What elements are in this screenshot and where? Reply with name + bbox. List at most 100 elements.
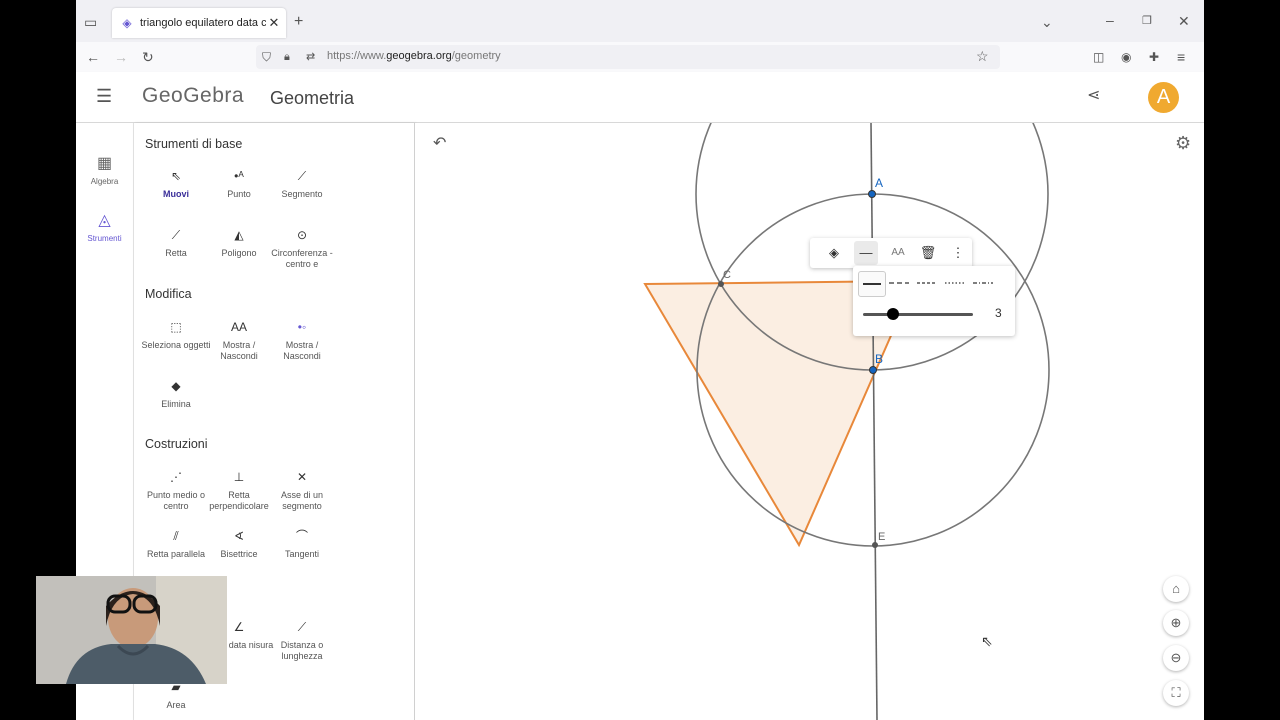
line-style-dashed-long[interactable] xyxy=(886,271,912,295)
share-icon[interactable]: ⋖ xyxy=(1087,88,1100,104)
section-basic-tools: Strumenti di base xyxy=(145,137,243,151)
url-text[interactable]: https://www.geogebra.org/geometry xyxy=(327,50,501,62)
shield-icon[interactable]: ⛉ xyxy=(262,49,271,65)
line-style-solid[interactable] xyxy=(858,271,886,297)
tools-icon: ◬ xyxy=(98,212,111,229)
eraser-icon: ◆ xyxy=(171,379,181,393)
tool-move[interactable]: ⇖ Muovi xyxy=(141,167,211,200)
thickness-slider-track[interactable] xyxy=(863,313,973,316)
point-a[interactable] xyxy=(868,190,876,198)
navigation-bar: ← → ↻ ⛉ 🔒︎ ⇄ https://www.geogebra.org/ge… xyxy=(76,42,1204,73)
line-style-dotted[interactable] xyxy=(942,271,968,295)
forward-icon[interactable]: → xyxy=(114,49,128,65)
screen: ▭ ◈ triangolo equilatero data circ c ✕ +… xyxy=(76,0,1204,720)
hamburger-menu-icon[interactable]: ☰ xyxy=(96,87,112,105)
rail-item-algebra[interactable]: ▦ Algebra xyxy=(76,153,133,186)
tool-show-hide-object[interactable]: •◦ Mostra / Nascondi xyxy=(267,318,337,362)
permissions-icon[interactable]: ⇄ xyxy=(306,49,315,65)
tab-list-icon[interactable]: ▭ xyxy=(84,14,97,30)
tool-perpendicular-line[interactable]: ⊥ Retta perpendicolare xyxy=(204,468,274,512)
tool-distance-length[interactable]: ⟋ Distanza o lunghezza xyxy=(267,618,337,662)
tool-polygon[interactable]: ◭ Poligono xyxy=(204,226,274,259)
geogebra-favicon-icon: ◈ xyxy=(122,16,132,30)
fill-color-icon[interactable]: ◈ xyxy=(822,241,846,265)
more-options-icon[interactable]: ⋮ xyxy=(946,241,970,265)
show-object-icon: •◦ xyxy=(297,320,307,334)
back-icon[interactable]: ← xyxy=(86,49,100,65)
section-edit: Modifica xyxy=(145,287,192,301)
tool-point[interactable]: •ᴬ Punto xyxy=(204,167,274,200)
point-icon: •ᴬ xyxy=(234,169,244,183)
new-tab-icon[interactable]: + xyxy=(294,14,303,30)
tool-midpoint[interactable]: ⋰ Punto medio o centro xyxy=(141,468,211,512)
tool-line[interactable]: ⟋ Retta xyxy=(141,226,211,259)
mouse-cursor-icon: ⇖ xyxy=(981,633,993,649)
lock-icon[interactable]: 🔒︎ xyxy=(284,49,290,65)
settings-gear-icon[interactable]: ⚙ xyxy=(1175,134,1191,152)
circle-icon: ⊙ xyxy=(296,228,308,242)
browser-tab[interactable]: ◈ triangolo equilatero data circ c ✕ xyxy=(112,8,286,38)
tangent-icon: ⌒ xyxy=(295,529,308,543)
tool-show-hide-label[interactable]: AA Mostra / Nascondi xyxy=(204,318,274,362)
perpendicular-icon: ⊥ xyxy=(233,470,245,484)
point-b[interactable] xyxy=(869,366,877,374)
restore-icon[interactable]: ❐ xyxy=(1142,13,1152,29)
distance-icon: ⟋ xyxy=(297,620,307,634)
account-icon[interactable]: ◉ xyxy=(1121,49,1131,65)
point-c[interactable] xyxy=(718,281,724,287)
graphics-view[interactable]: A B C E ↶ ⚙ ◈ — AA 🗑︎ ⋮ 3 ⌂ ⊕ ⊖ ⛶ ⇖ xyxy=(415,123,1204,720)
calculator-icon: ▦ xyxy=(96,155,113,172)
user-avatar[interactable]: A xyxy=(1148,82,1179,113)
fullscreen-icon[interactable]: ⛶ xyxy=(1163,680,1189,706)
line-style-dashed-short[interactable] xyxy=(914,271,940,295)
tool-angle-bisector[interactable]: ∢ Bisettrice xyxy=(204,527,274,560)
label-e: E xyxy=(878,531,885,543)
polygon-icon: ◭ xyxy=(234,228,244,242)
construction-canvas[interactable]: A B C E xyxy=(415,123,1204,720)
tool-select-objects[interactable]: ⬚ Seleziona oggetti xyxy=(141,318,211,351)
app-menu-icon[interactable]: ≡ xyxy=(1177,49,1185,65)
undo-icon[interactable]: ↶ xyxy=(433,136,446,152)
line-style-icon[interactable]: — xyxy=(854,241,878,265)
line-style-dash-dot[interactable] xyxy=(970,271,996,295)
tool-perpendicular-bisector[interactable]: ✕ Asse di un segmento xyxy=(267,468,337,512)
zoom-out-icon[interactable]: ⊖ xyxy=(1163,645,1189,671)
label-style-icon[interactable]: AA xyxy=(886,241,910,265)
close-window-icon[interactable]: ✕ xyxy=(1178,13,1190,29)
select-icon: ⬚ xyxy=(170,320,182,334)
bookmark-star-icon[interactable]: ☆ xyxy=(976,48,989,64)
tool-segment[interactable]: ⟋ Segmento xyxy=(267,167,337,200)
zoom-in-icon[interactable]: ⊕ xyxy=(1163,610,1189,636)
thickness-slider-handle[interactable] xyxy=(887,308,899,320)
parallel-icon: ⫽ xyxy=(173,529,179,543)
angle-bisector-icon: ∢ xyxy=(233,529,245,543)
line-ab[interactable] xyxy=(870,123,878,720)
bisector-icon: ✕ xyxy=(296,470,308,484)
tool-tangents[interactable]: ⌒ Tangenti xyxy=(267,527,337,560)
geogebra-logo[interactable]: GeoGebra xyxy=(142,84,244,108)
tool-parallel-line[interactable]: ⫽ Retta parallela xyxy=(141,527,211,560)
home-icon[interactable]: ⌂ xyxy=(1163,576,1189,602)
extensions-icon[interactable]: ✚ xyxy=(1149,49,1159,65)
rail-label-tools: Strumenti xyxy=(87,234,122,243)
line-icon: ⟋ xyxy=(171,228,181,242)
webcam-person-image xyxy=(36,576,227,684)
delete-icon[interactable]: 🗑︎ xyxy=(916,241,940,265)
line-style-popup: 3 xyxy=(853,266,1015,336)
pocket-icon[interactable]: ◫ xyxy=(1093,49,1104,65)
reload-icon[interactable]: ↻ xyxy=(142,49,154,65)
minimize-icon[interactable]: – xyxy=(1106,12,1114,28)
style-bar: ◈ — AA 🗑︎ ⋮ xyxy=(810,238,972,268)
tool-circle-center-point[interactable]: ⊙ Circonferenza - centro e xyxy=(267,226,337,270)
browser-tab-bar: ▭ ◈ triangolo equilatero data circ c ✕ +… xyxy=(76,0,1204,42)
tool-delete[interactable]: ◆ Elimina xyxy=(141,377,211,410)
close-tab-icon[interactable]: ✕ xyxy=(266,15,282,31)
app-title: Geometria xyxy=(270,88,355,108)
label-b: B xyxy=(875,352,883,366)
chevron-down-icon[interactable]: ⌄ xyxy=(1041,14,1053,30)
rail-item-tools[interactable]: ◬ Strumenti xyxy=(76,210,133,243)
label-c: C xyxy=(723,269,731,281)
section-constructions: Costruzioni xyxy=(145,437,208,451)
webcam-overlay xyxy=(36,576,227,684)
show-label-icon: AA xyxy=(230,320,247,334)
